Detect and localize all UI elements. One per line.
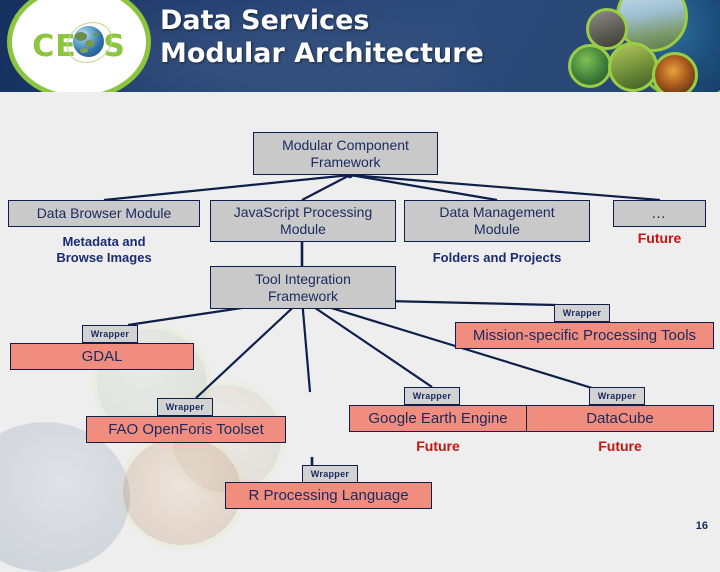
node-modular-component-framework[interactable]: Modular Component Framework [253, 132, 438, 175]
wrapper-badge-mission-specific[interactable]: Wrapper [554, 304, 610, 322]
node-fao-openforis-toolset[interactable]: FAO OpenForis Toolset [86, 416, 286, 443]
node-label: Mission-specific Processing Tools [472, 327, 697, 344]
node-datacube[interactable]: DataCube [526, 405, 714, 432]
node-label: FAO OpenForis Toolset [108, 421, 264, 438]
header-banner: CEOS Data Services Modular Architecture [0, 0, 720, 92]
wrapper-label: Wrapper [597, 390, 637, 401]
wrapper-label: Wrapper [562, 307, 602, 318]
node-label: JavaScript Processing Module [233, 204, 373, 237]
node-data-management-module[interactable]: Data Management Module [404, 200, 590, 242]
wrapper-badge-datacube[interactable]: Wrapper [589, 387, 645, 405]
node-javascript-processing-module[interactable]: JavaScript Processing Module [210, 200, 396, 242]
node-future-module-placeholder[interactable]: … [613, 200, 706, 227]
node-label: … [651, 205, 668, 222]
future-badge-google-earth-engine: Future [416, 438, 460, 454]
node-label: R Processing Language [248, 487, 409, 504]
grass-bubble-icon [608, 42, 658, 92]
node-label: Google Earth Engine [368, 410, 508, 427]
node-google-earth-engine[interactable]: Google Earth Engine [349, 405, 527, 432]
node-label: Data Browser Module [36, 205, 172, 221]
fire-bubble-icon [652, 52, 698, 92]
label-folders-and-projects: Folders and Projects [432, 250, 562, 265]
node-gdal[interactable]: GDAL [10, 343, 194, 370]
wrapper-label: Wrapper [165, 401, 205, 412]
node-label: GDAL [81, 348, 123, 365]
wrapper-badge-gdal[interactable]: Wrapper [82, 325, 138, 343]
node-label: DataCube [586, 410, 654, 427]
wrapper-badge-fao-openforis[interactable]: Wrapper [157, 398, 213, 416]
page-title-line1: Data Services [160, 5, 370, 36]
page-title-line2: Modular Architecture [160, 38, 484, 69]
future-badge-datacube: Future [598, 438, 642, 454]
slide-number: 16 [695, 520, 708, 532]
slide-body: Modular Component Framework Data Browser… [0, 92, 720, 572]
node-label: Modular Component Framework [282, 136, 409, 170]
node-data-browser-module[interactable]: Data Browser Module [8, 200, 200, 227]
node-label: Tool Integration Framework [255, 270, 351, 304]
leaf-bubble-icon [568, 44, 612, 88]
globe-icon [73, 26, 104, 57]
wrapper-label: Wrapper [310, 468, 350, 479]
wrapper-label: Wrapper [412, 390, 452, 401]
future-badge-module: Future [637, 230, 682, 246]
page-title: Data Services Modular Architecture [160, 4, 580, 70]
node-label: Data Management Module [439, 204, 555, 237]
node-tool-integration-framework[interactable]: Tool Integration Framework [210, 266, 396, 309]
node-mission-specific-processing-tools[interactable]: Mission-specific Processing Tools [455, 322, 714, 349]
label-metadata-and-browse-images: Metadata and Browse Images [56, 234, 152, 265]
wrapper-badge-r-processing[interactable]: Wrapper [302, 465, 358, 483]
earth-imagery-bubbles [568, 0, 720, 92]
wrapper-label: Wrapper [90, 328, 130, 339]
node-r-processing-language[interactable]: R Processing Language [225, 482, 432, 509]
wrapper-badge-google-earth-engine[interactable]: Wrapper [404, 387, 460, 405]
